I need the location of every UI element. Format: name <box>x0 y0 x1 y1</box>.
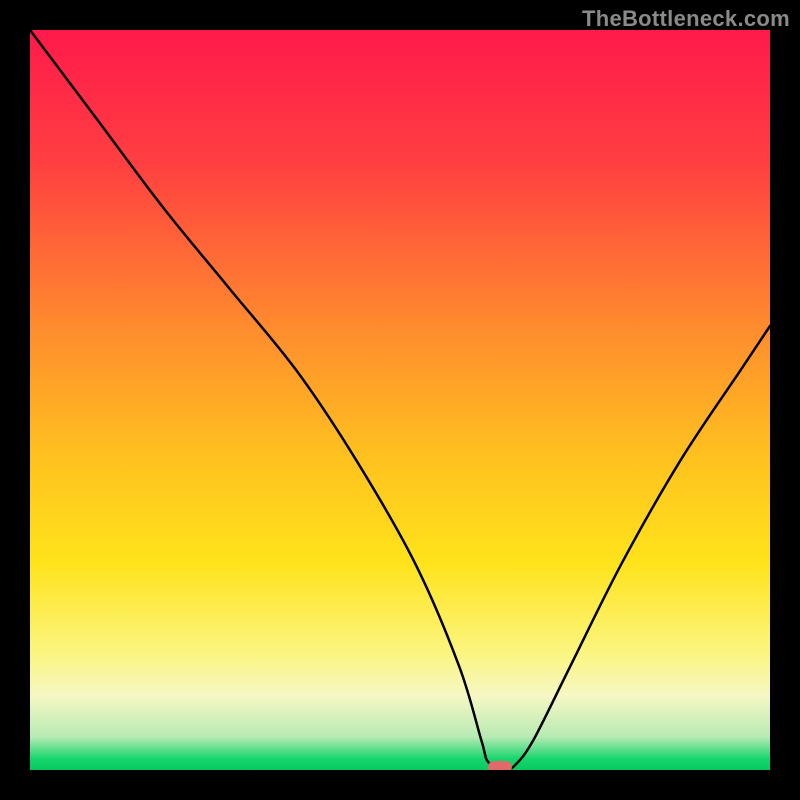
attribution-text: TheBottleneck.com <box>582 6 790 32</box>
bottleneck-chart <box>30 30 770 770</box>
gradient-background <box>30 30 770 770</box>
optimal-marker <box>488 761 512 770</box>
chart-plot-area <box>30 30 770 770</box>
